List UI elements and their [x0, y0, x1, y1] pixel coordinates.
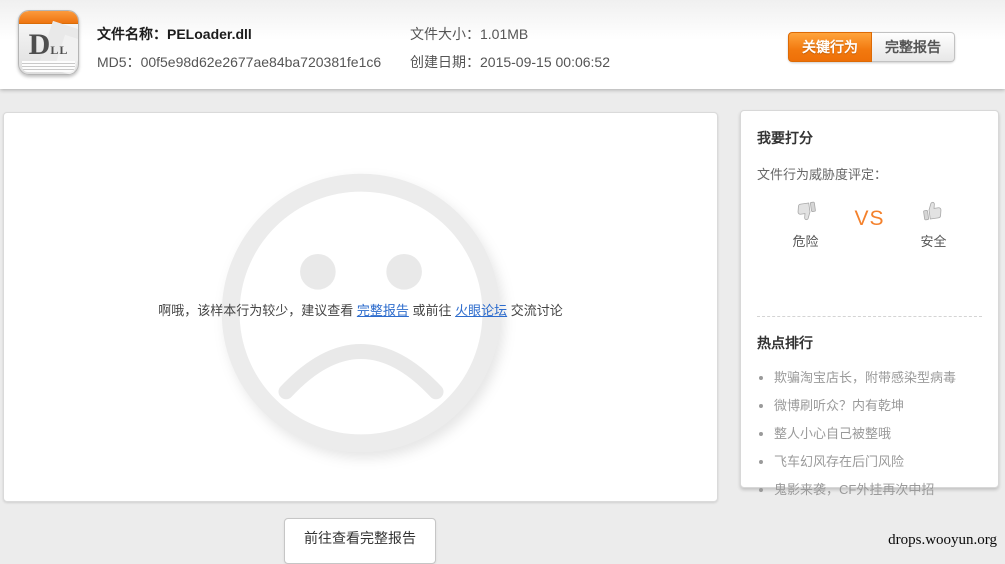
hot-item[interactable]: 鬼影来袭，CF外挂再次中招 — [774, 479, 982, 498]
vote-safe-button[interactable]: 安全 — [911, 199, 957, 250]
hot-item[interactable]: 飞车幻风存在后门风险 — [774, 451, 982, 470]
huoyan-forum-link[interactable]: 火眼论坛 — [455, 303, 507, 318]
safe-label: 安全 — [920, 234, 947, 249]
created-date-value: 2015-09-15 00:06:52 — [480, 54, 610, 70]
hot-item[interactable]: 欺骗淘宝店长，附带感染型病毒 — [774, 367, 982, 386]
full-report-link[interactable]: 完整报告 — [357, 303, 409, 318]
file-size-value: 1.01MB — [480, 26, 529, 42]
thumb-down-icon — [793, 199, 817, 228]
hot-ranking-list: 欺骗淘宝店长，附带感染型病毒 微博刷听众？内有乾坤 整人小心自己被整哦 飞车幻风… — [757, 367, 982, 498]
file-name-value: PELoader.dll — [167, 26, 252, 42]
few-behavior-message: 啊哦，该样本行为较少，建议查看 完整报告 或前往 火眼论坛 交流讨论 — [158, 303, 563, 318]
behavior-result-panel: 啊哦，该样本行为较少，建议查看 完整报告 或前往 火眼论坛 交流讨论 — [3, 112, 718, 502]
hot-item[interactable]: 整人小心自己被整哦 — [774, 423, 982, 442]
rating-title: 我要打分 — [757, 130, 813, 146]
hot-ranking-title: 热点排行 — [757, 335, 813, 351]
watermark-text: drops.wooyun.org — [888, 532, 997, 548]
md5-value: 00f5e98d62e2677ae84ba720381fe1c6 — [140, 54, 382, 70]
vote-row: 危险 VS 安全 — [757, 199, 982, 250]
dashed-divider — [757, 316, 982, 317]
vs-label: VS — [854, 207, 885, 230]
created-date-line: 创建日期：2015-09-15 00:06:52 — [410, 54, 610, 70]
goto-full-report-button[interactable]: 前往查看完整报告 — [284, 518, 436, 564]
dll-icon-label: DLL — [28, 28, 69, 61]
key-behavior-button[interactable]: 关键行为 — [788, 32, 872, 62]
report-tabs: 关键行为 完整报告 — [788, 32, 955, 62]
file-info-header: DLL 文件名称：PELoader.dll MD5：00f5e98d62e267… — [0, 0, 1005, 89]
hot-item[interactable]: 微博刷听众？内有乾坤 — [774, 395, 982, 414]
vote-danger-button[interactable]: 危险 — [782, 199, 828, 250]
dll-icon-orange-band — [19, 11, 78, 24]
thumb-up-icon — [922, 199, 946, 228]
rating-sidebar: 我要打分 文件行为威胁度评定： 危险 VS 安全 热点排行 • 欺骗淘宝店长，附… — [740, 110, 999, 497]
danger-label: 危险 — [792, 234, 819, 249]
rating-subtitle: 文件行为威胁度评定： — [757, 167, 888, 182]
md5-line: MD5：00f5e98d62e2677ae84ba720381fe1c6 — [97, 54, 382, 70]
dll-icon-pages — [22, 61, 75, 72]
full-report-button[interactable]: 完整报告 — [872, 32, 955, 62]
file-name-line: 文件名称：PELoader.dll — [97, 26, 252, 42]
dll-file-icon: DLL — [18, 10, 79, 75]
file-size-line: 文件大小：1.01MB — [410, 26, 529, 42]
